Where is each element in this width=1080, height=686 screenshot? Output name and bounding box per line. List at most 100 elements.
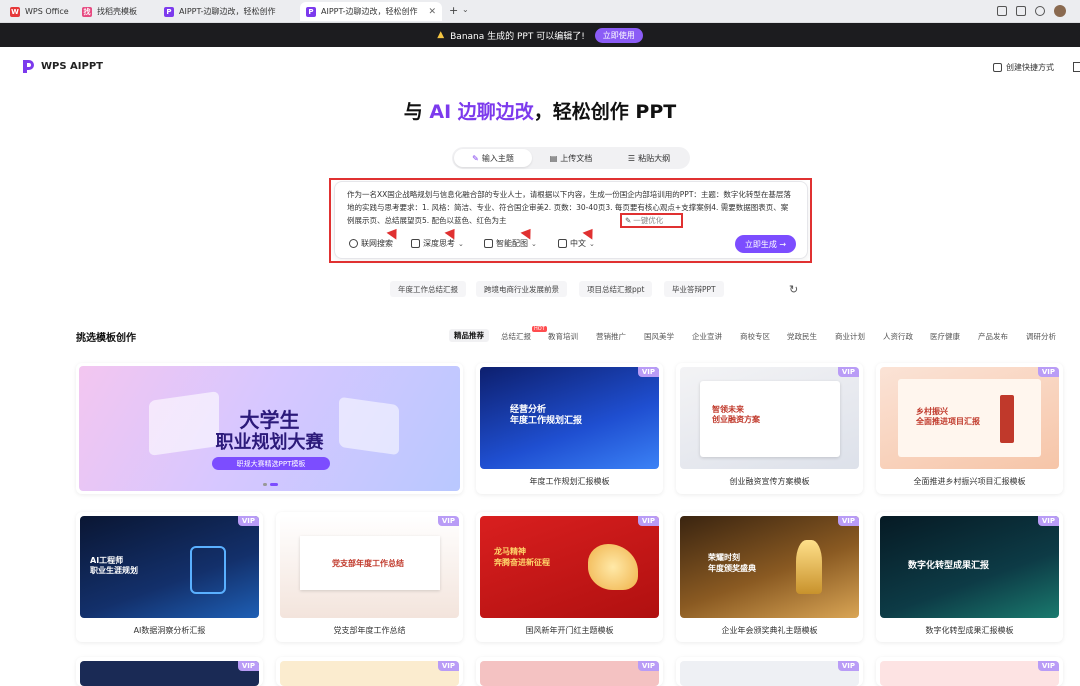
template-caption: 党支部年度工作总结 — [333, 626, 406, 635]
featured-tag: 职规大赛精选PPT模板 — [212, 457, 330, 470]
deep-think-toggle[interactable]: 深度思考 ⌄ — [411, 238, 464, 249]
template-card[interactable]: 数字化转型成果汇报 VIP 数字化转型成果汇报模板 — [876, 512, 1063, 642]
template-thumbnail: 经营分析 年度工作规划汇报 — [480, 367, 659, 469]
vip-badge: VIP — [1037, 661, 1059, 671]
trophy-illustration — [796, 540, 822, 594]
vip-badge: VIP — [1037, 516, 1059, 526]
template-card[interactable]: 乡村振兴 全面推进项目汇报 VIP 全面推进乡村振兴项目汇报模板 — [876, 363, 1063, 494]
create-shortcut-button[interactable]: 创建快捷方式 — [993, 62, 1054, 73]
template-thumbnail: 龙马精神 奔腾奋进新征程 — [480, 516, 659, 618]
category-tab[interactable]: 人资行政 — [883, 331, 913, 342]
vip-badge: VIP — [237, 661, 259, 671]
banner-use-button[interactable]: 立即使用 — [594, 27, 643, 43]
template-card[interactable]: AI工程师 职业生涯规划 VIP AI数据洞察分析汇报 — [76, 512, 263, 642]
vip-badge: VIP — [237, 516, 259, 526]
template-card[interactable]: 龙马精神 奔腾奋进新征程 VIP 国风新年开门红主题模板 — [476, 512, 663, 642]
tab-upload-doc[interactable]: ▤ 上传文档 — [532, 149, 610, 167]
language-select[interactable]: 中文 ⌄ — [558, 238, 595, 249]
template-card[interactable]: VIP — [476, 657, 663, 686]
pagoda-illustration — [1000, 395, 1014, 443]
new-tab-icon[interactable]: + — [449, 4, 458, 17]
thumbnail-title: 龙马精神 奔腾奋进新征程 — [494, 547, 550, 567]
thumbnail-title: 智领未来 创业融资方案 — [712, 405, 760, 424]
smart-image-toggle[interactable]: 智能配图 ⌄ — [484, 238, 537, 249]
generate-button[interactable]: 立即生成 → — [735, 235, 796, 253]
pen-icon: ✎ — [625, 216, 632, 225]
hot-badge: HOT — [532, 326, 547, 332]
category-tab[interactable]: 产品发布 — [978, 331, 1008, 342]
close-icon[interactable]: ✕ — [428, 7, 436, 17]
vip-badge: VIP — [837, 516, 859, 526]
template-caption: 全面推进乡村振兴项目汇报模板 — [913, 477, 1026, 486]
thumbnail-title: 数字化转型成果汇报 — [908, 561, 990, 571]
tab-paste-outline[interactable]: ☰ 粘贴大纲 — [610, 149, 688, 167]
suggestion-chip[interactable]: 毕业答辩PPT — [664, 281, 724, 297]
screenshot-icon[interactable] — [997, 6, 1007, 16]
image-icon — [484, 239, 493, 248]
vip-badge: VIP — [637, 367, 659, 377]
category-tab[interactable]: 调研分析 — [1026, 331, 1056, 342]
category-tab[interactable]: 营销推广 — [596, 331, 626, 342]
category-tab[interactable]: 总结汇报 — [501, 331, 531, 342]
template-thumbnail: 智领未来 创业融资方案 — [680, 367, 859, 469]
chevron-down-icon: ⌄ — [531, 239, 537, 248]
browser-tab-bar: W WPS Office 找找稻壳模板 P AIPPT-边聊边改，轻松创作 P AIP… — [0, 0, 1080, 23]
category-tab[interactable]: 党政民生 — [787, 331, 817, 342]
thumbnail-title: 党支部年度工作总结 — [332, 559, 404, 568]
optimize-button[interactable]: ✎ 一键优化 — [620, 213, 683, 228]
category-tab[interactable]: 企业宣讲 — [692, 331, 722, 342]
template-card[interactable]: VIP — [676, 657, 863, 686]
template-caption: 数字化转型成果汇报模板 — [925, 626, 1014, 635]
thumbnail-title: 荣耀时刻 年度颁奖盛典 — [708, 553, 756, 573]
tab-input-topic[interactable]: ✎ 输入主题 — [454, 149, 532, 167]
tab-aippt-active[interactable]: P AIPPT-边聊边改，轻松创作 ✕ — [300, 2, 442, 21]
category-tab[interactable]: 医疗健康 — [930, 331, 960, 342]
tab-wps-office[interactable]: W WPS Office — [4, 2, 70, 21]
category-tab[interactable]: 教育培训 — [548, 331, 578, 342]
aippt-icon: P — [164, 6, 174, 17]
wps-icon: W — [10, 6, 20, 17]
vip-badge: VIP — [437, 661, 459, 671]
category-tab[interactable]: 商校专区 — [740, 331, 770, 342]
magic-icon: ✎ — [472, 153, 479, 163]
chevron-down-icon: ⌄ — [458, 239, 464, 248]
featured-template-card[interactable]: 大学生 职业规划大赛 职规大赛精选PPT模板 — [76, 363, 463, 494]
suggestion-chip[interactable]: 项目总结汇报ppt — [579, 281, 653, 297]
wps-aippt-logo[interactable]: WPS AIPPT — [22, 59, 103, 74]
category-tab[interactable]: 精品推荐 — [449, 329, 489, 342]
template-caption: 国风新年开门红主题模板 — [525, 626, 614, 635]
logo-icon — [23, 60, 34, 73]
suggestion-chip[interactable]: 年度工作总结汇报 — [390, 281, 466, 297]
template-card[interactable]: 经营分析 年度工作规划汇报 VIP 年度工作规划汇报模板 — [476, 363, 663, 494]
category-tab[interactable]: 国风美学 — [644, 331, 674, 342]
refresh-icon[interactable]: ↻ — [789, 283, 798, 296]
template-card[interactable]: 荣耀时刻 年度颁奖盛典 VIP 企业年会颁奖典礼主题模板 — [676, 512, 863, 642]
aippt-icon: P — [306, 6, 316, 17]
thumbnail-title: 经营分析 年度工作规划汇报 — [510, 405, 583, 426]
carousel-dot[interactable] — [263, 483, 267, 486]
tab-aippt-1[interactable]: P AIPPT-边聊边改，轻松创作 — [158, 2, 298, 21]
suggestion-chip[interactable]: 跨境电商行业发展前景 — [476, 281, 567, 297]
panel-icon[interactable] — [1073, 62, 1080, 72]
template-card[interactable]: VIP — [76, 657, 263, 686]
template-thumbnail — [680, 661, 859, 686]
web-search-toggle[interactable]: 联网搜索 — [349, 238, 393, 249]
carousel-dot-active[interactable] — [270, 483, 278, 486]
featured-thumbnail: 大学生 职业规划大赛 职规大赛精选PPT模板 — [79, 366, 460, 491]
category-tab[interactable]: 商业计划 — [835, 331, 865, 342]
page-title: 与 AI 边聊边改，轻松创作 PPT — [403, 101, 677, 123]
template-card[interactable]: VIP — [876, 657, 1063, 686]
tab-docer[interactable]: 找找稻壳模板 — [76, 2, 156, 21]
banner-text: Banana 生成的 PPT 可以编辑了! — [450, 31, 585, 42]
vip-badge: VIP — [637, 661, 659, 671]
template-card[interactable]: 党支部年度工作总结 VIP 党支部年度工作总结 — [276, 512, 463, 642]
template-thumbnail — [280, 661, 459, 686]
avatar[interactable] — [1054, 5, 1066, 17]
window-icon[interactable] — [1016, 6, 1026, 16]
vip-badge: VIP — [437, 516, 459, 526]
ai-device-illustration — [190, 546, 226, 594]
template-card[interactable]: 智领未来 创业融资方案 VIP 创业融资宣传方案模板 — [676, 363, 863, 494]
extension-icon[interactable] — [1035, 6, 1045, 16]
chevron-down-icon[interactable]: ⌄ — [462, 5, 469, 14]
template-card[interactable]: VIP — [276, 657, 463, 686]
